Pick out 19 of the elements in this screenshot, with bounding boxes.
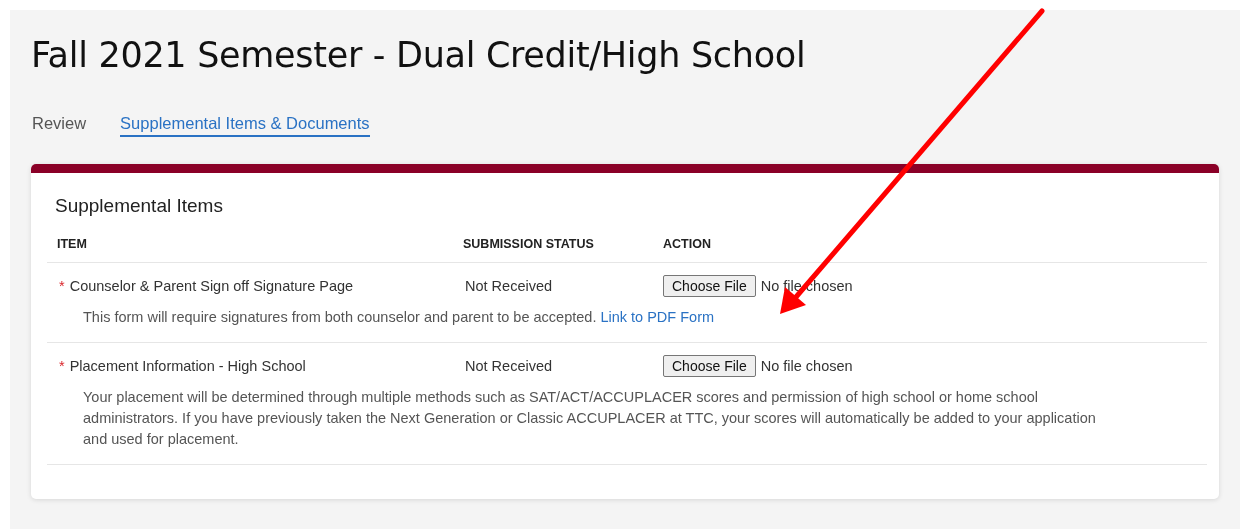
submission-status: Not Received <box>464 278 554 294</box>
submission-status: Not Received <box>464 358 554 374</box>
column-header: SUBMISSION STATUS <box>463 237 595 251</box>
item-note: This form will require signatures from both counselor and parent to be accepted. Link to PDF Form <box>83 308 716 327</box>
tab[interactable]: Supplemental Items & Documents <box>120 114 370 137</box>
item-name: Counselor & Parent Sign off Signature Page <box>69 278 354 294</box>
item-note: Your placement will be determined through multiple methods such as SAT/ACT/ACCUPLACER scores and permission of high school or home school administrators. If you have previously taken the Next Generation or Classic ACCUPLACER at TTC, your scores will automatically be added to your application and used for placement. <box>83 388 1097 449</box>
item-name: Placement Information - High School <box>69 358 306 374</box>
required-mark: * <box>59 358 65 374</box>
tab[interactable]: Review <box>32 114 87 137</box>
page-title: Fall 2021 Semester - Dual Credit/High School <box>31 34 807 77</box>
pdf-link[interactable]: Link to PDF Form <box>600 309 715 325</box>
required-mark: * <box>59 278 65 294</box>
file-status: No file chosen <box>760 358 853 374</box>
section-title: Supplemental Items <box>54 195 224 217</box>
column-header: ITEM <box>57 237 88 251</box>
choose-file-button[interactable]: Choose File <box>663 355 756 377</box>
choose-file-button[interactable]: Choose File <box>663 275 756 297</box>
column-header: ACTION <box>663 237 712 251</box>
